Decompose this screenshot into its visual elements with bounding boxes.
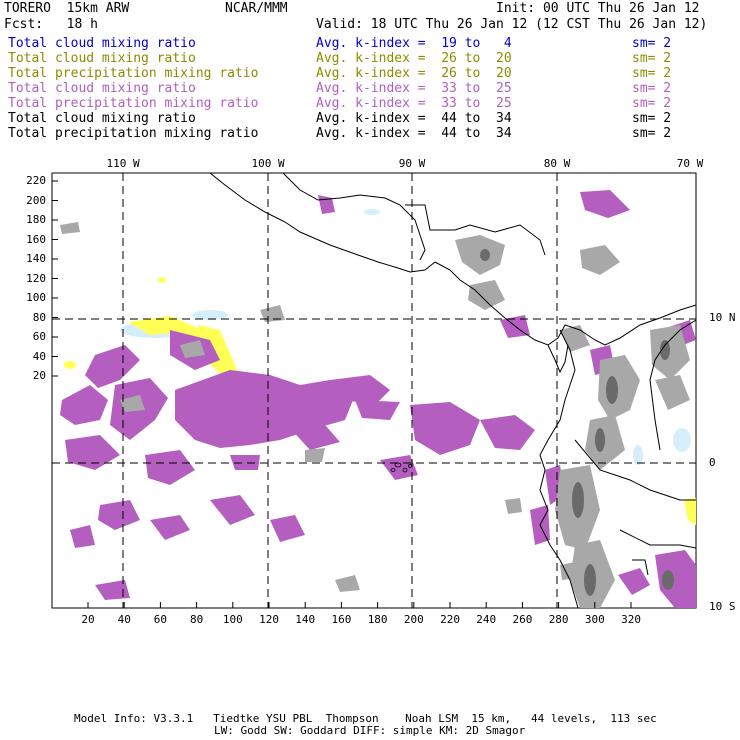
x-tick-label: 260 — [512, 613, 533, 626]
y-tick-label: 20 — [32, 369, 46, 382]
legend-kidx: Avg. k-index = 33 to 25 — [316, 96, 512, 111]
x-tick-label: 20 — [81, 613, 95, 626]
legend-kidx: Avg. k-index = 26 to 20 — [316, 66, 512, 81]
legend-field: Total precipitation mixing ratio — [8, 66, 259, 81]
x-tick-label: 280 — [548, 613, 569, 626]
legend-kidx: Avg. k-index = 44 to 34 — [316, 126, 512, 141]
lon-label: 70 W — [676, 157, 704, 170]
legend-field: Total cloud mixing ratio — [8, 36, 196, 51]
x-tick-label: 320 — [621, 613, 641, 626]
lon-label: 110 W — [106, 157, 140, 170]
x-tick-label: 220 — [440, 613, 460, 626]
init-time: Init: 00 UTC Thu 26 Jan 12 — [496, 1, 700, 16]
legend-kidx: Avg. k-index = 19 to 4 — [316, 36, 512, 51]
lat-label: 0 — [709, 456, 716, 469]
lon-label: 80 W — [543, 157, 571, 170]
legend-kidx: Avg. k-index = 33 to 25 — [316, 81, 512, 96]
y-tick-label: 80 — [32, 310, 46, 324]
org-label: NCAR/MMM — [225, 1, 288, 16]
y-tick-label: 160 — [26, 232, 46, 246]
legend-sm: sm= 2 — [632, 111, 672, 126]
x-tick-label: 180 — [367, 613, 388, 626]
x-tick-label: 60 — [153, 613, 168, 626]
x-tick-label: 300 — [584, 613, 605, 626]
model-title: TORERO 15km ARW — [4, 1, 130, 16]
x-tick-label: 160 — [331, 613, 352, 626]
y-tick-label: 60 — [32, 330, 46, 343]
y-tick-label: 120 — [26, 271, 46, 285]
x-tick-label: 140 — [295, 613, 316, 626]
valid-time: Valid: 18 UTC Thu 26 Jan 12 (12 CST Thu … — [316, 17, 708, 32]
legend-sm: sm= 2 — [632, 36, 672, 51]
y-tick-label: 140 — [26, 252, 46, 265]
x-tick-label: 240 — [476, 613, 497, 626]
legend-field: Total precipitation mixing ratio — [8, 126, 259, 141]
y-tick-label: 100 — [26, 291, 46, 304]
legend-kidx: Avg. k-index = 26 to 20 — [316, 51, 512, 66]
legend-field: Total cloud mixing ratio — [8, 51, 196, 66]
lat-label: 10 S — [709, 600, 736, 613]
y-tick-label: 200 — [26, 193, 46, 207]
x-tick-label: 120 — [259, 613, 279, 626]
legend-kidx: Avg. k-index = 44 to 34 — [316, 111, 512, 126]
x-tick-label: 200 — [403, 613, 424, 626]
legend-sm: sm= 2 — [632, 126, 672, 141]
legend-field: Total precipitation mixing ratio — [8, 96, 259, 111]
legend-field: Total cloud mixing ratio — [8, 111, 196, 126]
legend-field: Total cloud mixing ratio — [8, 81, 196, 96]
legend-sm: sm= 2 — [632, 66, 672, 81]
legend-sm: sm= 2 — [632, 96, 672, 111]
y-tick-label: 220 — [26, 174, 46, 187]
y-tick-label: 40 — [32, 349, 46, 363]
x-tick-label: 100 — [222, 613, 243, 626]
y-tick-label: 180 — [26, 213, 46, 226]
x-tick-label: 40 — [117, 613, 131, 626]
x-tick-label: 80 — [190, 613, 204, 626]
legend-sm: sm= 2 — [632, 51, 672, 66]
legend-sm: sm= 2 — [632, 81, 672, 96]
forecast-hour: Fcst: 18 h — [4, 17, 98, 32]
physics-info: LW: Godd SW: Goddard DIFF: simple KM: 2D… — [214, 724, 526, 737]
lat-label: 10 N — [709, 311, 736, 324]
lon-label: 90 W — [398, 157, 426, 170]
lon-label: 100 W — [251, 157, 285, 170]
